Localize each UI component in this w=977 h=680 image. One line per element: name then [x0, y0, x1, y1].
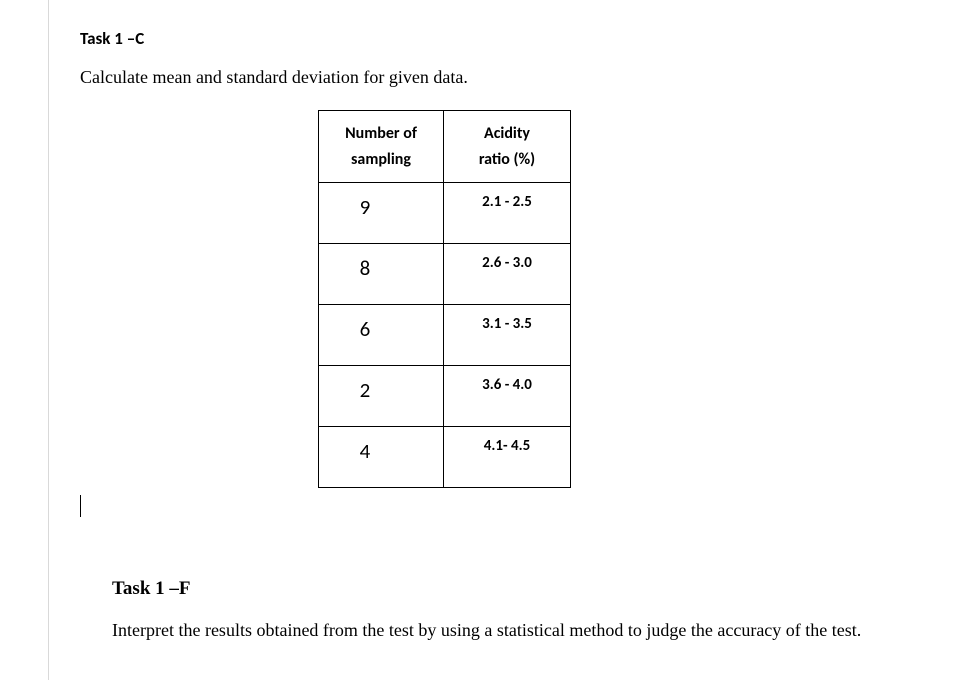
header-sampling-line2: sampling [351, 150, 411, 169]
cell-sampling: 8 [319, 244, 444, 305]
data-table-wrap: Number of sampling Acidity ratio (%) 9 2… [318, 110, 950, 488]
header-sampling-line1: Number of [345, 124, 417, 143]
table-row: 2 3.6 - 4.0 [319, 366, 571, 427]
task2-heading: Task 1 –F [112, 578, 952, 600]
table-row: 4 4.1- 4.5 [319, 427, 571, 488]
cell-sampling: 2 [319, 366, 444, 427]
task2-section: Task 1 –F Interpret the results obtained… [112, 578, 952, 641]
cell-sampling: 4 [319, 427, 444, 488]
task1-instruction: Calculate mean and standard deviation fo… [80, 67, 950, 88]
task1-section: Task 1 –C Calculate mean and standard de… [80, 28, 950, 488]
header-acidity-line1: Acidity [484, 124, 530, 143]
cell-acidity: 3.6 - 4.0 [444, 366, 571, 427]
cell-acidity: 4.1- 4.5 [444, 427, 571, 488]
table-row: 6 3.1 - 3.5 [319, 305, 571, 366]
left-margin-line [48, 0, 49, 680]
text-cursor [80, 495, 81, 517]
cell-sampling: 9 [319, 183, 444, 244]
cell-acidity: 2.1 - 2.5 [444, 183, 571, 244]
task2-text: Interpret the results obtained from the … [112, 620, 952, 641]
cell-sampling: 6 [319, 305, 444, 366]
table-row: 8 2.6 - 3.0 [319, 244, 571, 305]
table-row: 9 2.1 - 2.5 [319, 183, 571, 244]
data-table: Number of sampling Acidity ratio (%) 9 2… [318, 110, 571, 488]
header-sampling: Number of sampling [319, 111, 444, 183]
cell-acidity: 3.1 - 3.5 [444, 305, 571, 366]
document-page: Task 1 –C Calculate mean and standard de… [0, 0, 977, 680]
table-header-row: Number of sampling Acidity ratio (%) [319, 111, 571, 183]
cell-acidity: 2.6 - 3.0 [444, 244, 571, 305]
header-acidity: Acidity ratio (%) [444, 111, 571, 183]
task1-heading: Task 1 –C [80, 28, 950, 49]
header-acidity-line2: ratio (%) [479, 150, 535, 169]
